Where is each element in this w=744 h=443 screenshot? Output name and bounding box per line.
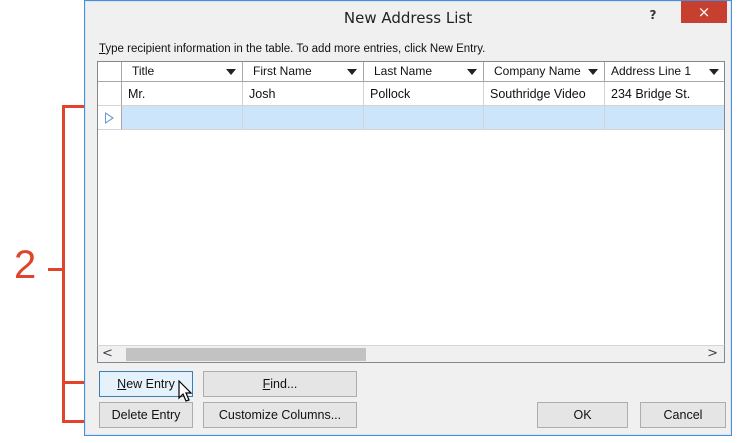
column-header-first-name[interactable]: First Name (243, 62, 364, 82)
new-cell-first-name[interactable] (243, 106, 364, 130)
new-cell-title[interactable] (122, 106, 243, 130)
current-row-pointer-icon (105, 112, 114, 124)
scrollbar-thumb[interactable] (126, 348, 366, 361)
cell-company-name[interactable]: Southridge Video (484, 82, 605, 106)
new-cell-address-line-1[interactable] (605, 106, 724, 130)
column-header-label: Company Name (494, 64, 581, 78)
column-header-label: Last Name (374, 64, 433, 78)
cell-last-name[interactable]: Pollock (364, 82, 484, 106)
column-header-last-name[interactable]: Last Name (364, 62, 484, 82)
column-header-label: Title (132, 64, 155, 78)
column-header-company-name[interactable]: Company Name (484, 62, 605, 82)
dropdown-arrow-icon[interactable] (467, 69, 477, 75)
callout-bracket-vertical (62, 105, 65, 423)
new-address-list-dialog: New Address List ? × Type recipient info… (84, 0, 732, 436)
help-button[interactable]: ? (641, 5, 665, 25)
close-button[interactable]: × (681, 1, 727, 23)
dropdown-arrow-icon[interactable] (347, 69, 357, 75)
dropdown-arrow-icon[interactable] (709, 69, 719, 75)
column-header-label: First Name (253, 64, 312, 78)
new-entry-label: ew Entry (126, 377, 175, 391)
dialog-title: New Address List (343, 9, 473, 27)
find-button[interactable]: Find... (203, 371, 357, 397)
scroll-right-icon[interactable]: > (707, 346, 718, 362)
scroll-left-icon[interactable]: < (102, 346, 113, 362)
grid-corner (98, 62, 122, 82)
horizontal-scrollbar[interactable]: < > (97, 345, 725, 363)
new-cell-company-name[interactable] (484, 106, 605, 130)
instruction-rest: ype recipient information in the table. … (105, 43, 486, 55)
dropdown-arrow-icon[interactable] (588, 69, 598, 75)
find-label: ind... (270, 377, 298, 391)
new-entry-mnemonic: N (117, 377, 127, 391)
dropdown-arrow-icon[interactable] (226, 69, 236, 75)
row-header[interactable] (98, 82, 122, 106)
customize-columns-button[interactable]: Customize Columns... (203, 402, 357, 428)
title-bar: New Address List (85, 1, 731, 35)
new-row-header[interactable] (98, 106, 122, 130)
cancel-button[interactable]: Cancel (640, 402, 726, 428)
cell-title[interactable]: Mr. (122, 82, 243, 106)
new-cell-last-name[interactable] (364, 106, 484, 130)
column-header-label: Address Line 1 (611, 64, 692, 78)
step-number: 2 (14, 243, 37, 287)
delete-entry-button[interactable]: Delete Entry (99, 402, 193, 428)
cell-first-name[interactable]: Josh (243, 82, 364, 106)
column-header-title[interactable]: Title (122, 62, 243, 82)
callout-tick (48, 268, 62, 271)
mouse-cursor-icon (178, 380, 193, 402)
ok-button[interactable]: OK (537, 402, 628, 428)
instruction-text: Type recipient information in the table.… (99, 43, 485, 55)
cell-address-line-1[interactable]: 234 Bridge St. (605, 82, 724, 106)
column-header-address-line-1[interactable]: Address Line 1 (605, 62, 724, 82)
address-grid[interactable]: Title First Name Last Name Company Name … (97, 61, 725, 363)
